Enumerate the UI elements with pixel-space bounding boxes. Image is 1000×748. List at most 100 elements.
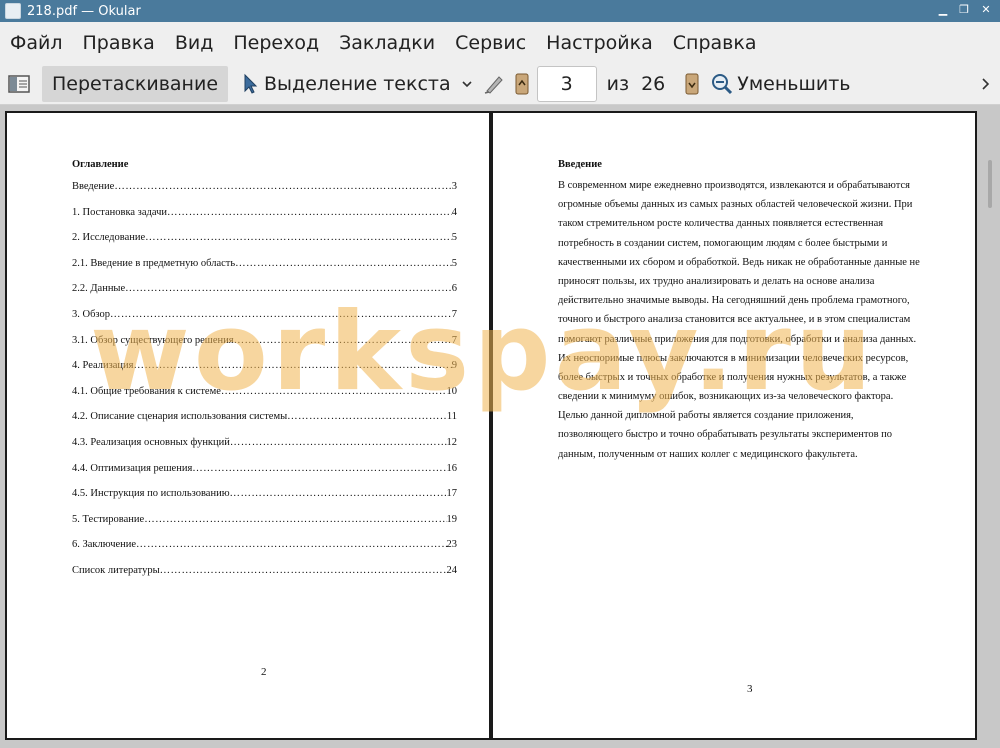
toc-entry: 4.5. Инструкция по использованию 17 [72, 487, 457, 513]
toc-entry-page: 24 [446, 564, 458, 576]
toc-entry-page: 10 [446, 385, 458, 397]
maximize-icon[interactable]: ❐ [957, 3, 971, 17]
toc-entry-title: 1. Постановка задачи [72, 206, 167, 218]
zoom-out-button[interactable]: Уменьшить [705, 66, 854, 102]
arrow-up-icon [515, 73, 529, 95]
toc-entry: 2.1. Введение в предметную область 5 [72, 257, 457, 283]
toc-entry-page: 6 [451, 283, 457, 295]
previous-page-button[interactable] [511, 66, 533, 102]
chevron-down-icon [462, 81, 472, 88]
menu-tools[interactable]: Сервис [445, 22, 536, 64]
menu-file[interactable]: Файл [0, 22, 73, 64]
page-of-label: из [606, 73, 630, 95]
menu-go[interactable]: Переход [223, 22, 329, 64]
toc-entry-page: 5 [451, 257, 457, 269]
toc-entry: 4.4. Оптимизация решения 16 [72, 462, 457, 488]
intro-content: Введение В современном мире ежедневно пр… [558, 158, 953, 464]
browse-tool-button[interactable]: Перетаскивание [42, 66, 229, 102]
toc-heading: Оглавление [72, 159, 129, 170]
next-page-button[interactable] [679, 66, 705, 102]
menu-edit[interactable]: Правка [73, 22, 165, 64]
toc-entry: Список литературы 24 [72, 564, 457, 590]
toc-entry: 4. Реализация 9 [72, 359, 457, 385]
zoom-out-label: Уменьшить [737, 73, 851, 95]
paragraph-line: более быстрых и точных обработке и получ… [558, 371, 907, 383]
paragraph-line: позволяющего быстро и точно обрабатывать… [558, 429, 893, 441]
toc-leader-dots [167, 206, 452, 232]
arrow-down-icon [685, 73, 699, 95]
paragraph-line: помогают различные приложения для подгот… [558, 333, 917, 345]
vertical-scrollbar[interactable] [988, 160, 992, 208]
main-toolbar: Перетаскивание Выделение текста 3 из 26 [0, 64, 1000, 105]
toc-entry-page: 7 [451, 308, 457, 320]
select-tool-dropdown[interactable] [457, 66, 477, 102]
intro-heading: Введение [558, 159, 602, 170]
toc-entry: 4.2. Описание сценария использования сис… [72, 410, 457, 436]
sidebar-icon [8, 75, 30, 93]
paragraph-line: Их неоспоримые плюсы заключаются в миним… [558, 352, 909, 364]
toc-entry: 3.1. Обзор существующего решения 7 [72, 334, 457, 360]
toc-entry-page: 12 [446, 436, 458, 448]
toc-entry-page: 16 [446, 462, 458, 474]
menu-bookmarks[interactable]: Закладки [329, 22, 445, 64]
toc-entry-title: Введение [72, 181, 115, 192]
toc-entry: 1. Постановка задачи 4 [72, 206, 457, 232]
toc-leader-dots [136, 538, 446, 564]
paragraph-line: данным, полученным от наших коллег с мед… [558, 448, 858, 460]
menu-help[interactable]: Справка [663, 22, 767, 64]
total-pages-label: 26 [641, 73, 666, 95]
close-icon[interactable]: ✕ [979, 3, 993, 17]
toc-entry-page: 4 [451, 206, 457, 218]
toc-entry-title: 4.5. Инструкция по использованию [72, 488, 230, 500]
toc-entry-title: 5. Тестирование [72, 513, 145, 525]
toc-leader-dots [160, 564, 447, 590]
toolbar-overflow-button[interactable] [974, 66, 996, 102]
chevron-right-icon [982, 78, 990, 90]
toc-entry-title: 4.4. Оптимизация решения [72, 462, 193, 474]
toc-entry: Введение 3 [72, 180, 457, 206]
toc-entry-title: 4. Реализация [72, 360, 134, 372]
toc-leader-dots [110, 308, 452, 334]
paragraph-line: таком стремительном росте количества дан… [558, 218, 884, 230]
page-number-left: 2 [261, 666, 267, 678]
toc-entry: 6. Заключение 23 [72, 538, 457, 564]
toc-entry-page: 9 [451, 360, 457, 372]
paragraph-line: действительно значимые выводы. На сегодн… [558, 295, 910, 307]
paragraph-line: огромные объемы данных из самых разных о… [558, 199, 913, 211]
document-page-left: Оглавление Введение 3 1. Постановка задачи… [5, 111, 491, 740]
toc-entry-title: 4.1. Общие требования к системе [72, 385, 221, 397]
toc-entry: 4.3. Реализация основных функций 12 [72, 436, 457, 462]
toc-entry-title: 2.2. Данные [72, 283, 126, 295]
toc-entry: 5. Тестирование 19 [72, 513, 457, 539]
minimize-icon[interactable]: ▁ [936, 3, 950, 17]
toc-list: Введение 3 1. Постановка задачи 4 2. Исследо… [72, 180, 457, 590]
menu-view[interactable]: Вид [165, 22, 224, 64]
paragraph-line: Целью данной дипломной работы является с… [558, 410, 854, 422]
toc-entry-title: 4.2. Описание сценария использования сис… [72, 411, 288, 423]
pointer-icon [244, 73, 258, 94]
document-viewer[interactable]: Оглавление Введение 3 1. Постановка задачи… [0, 105, 1000, 748]
toc-leader-dots [133, 359, 451, 385]
toc-leader-dots [230, 436, 447, 462]
menu-settings[interactable]: Настройка [536, 22, 663, 64]
toc-entry-title: 4.3. Реализация основных функций [72, 436, 230, 448]
toc-leader-dots [125, 282, 452, 308]
page-number-input[interactable]: 3 [536, 66, 597, 102]
toc-entry: 3. Обзор 7 [72, 308, 457, 334]
toc-entry: 2. Исследование 5 [72, 231, 457, 257]
toc-leader-dots [221, 385, 447, 411]
page-number-right: 3 [747, 683, 753, 695]
text-select-tool-button[interactable]: Выделение текста [238, 66, 457, 102]
toc-entry-title: Список литературы [72, 564, 160, 576]
text-select-label: Выделение текста [264, 73, 451, 95]
toc-entry: 2.2. Данные 6 [72, 282, 457, 308]
okular-app-icon [5, 3, 21, 19]
paragraph-line: точного и быстрого анализа становится вс… [558, 314, 911, 326]
window-title: 218.pdf — Okular [27, 3, 141, 19]
toc-leader-dots [192, 462, 446, 488]
toc-entry-title: 3.1. Обзор существующего решения [72, 334, 234, 346]
annotation-tool-button[interactable] [477, 66, 511, 102]
sidebar-toggle-button[interactable] [0, 66, 36, 102]
toc-entry-title: 2. Исследование [72, 232, 146, 244]
toc-entry-page: 3 [451, 181, 457, 192]
